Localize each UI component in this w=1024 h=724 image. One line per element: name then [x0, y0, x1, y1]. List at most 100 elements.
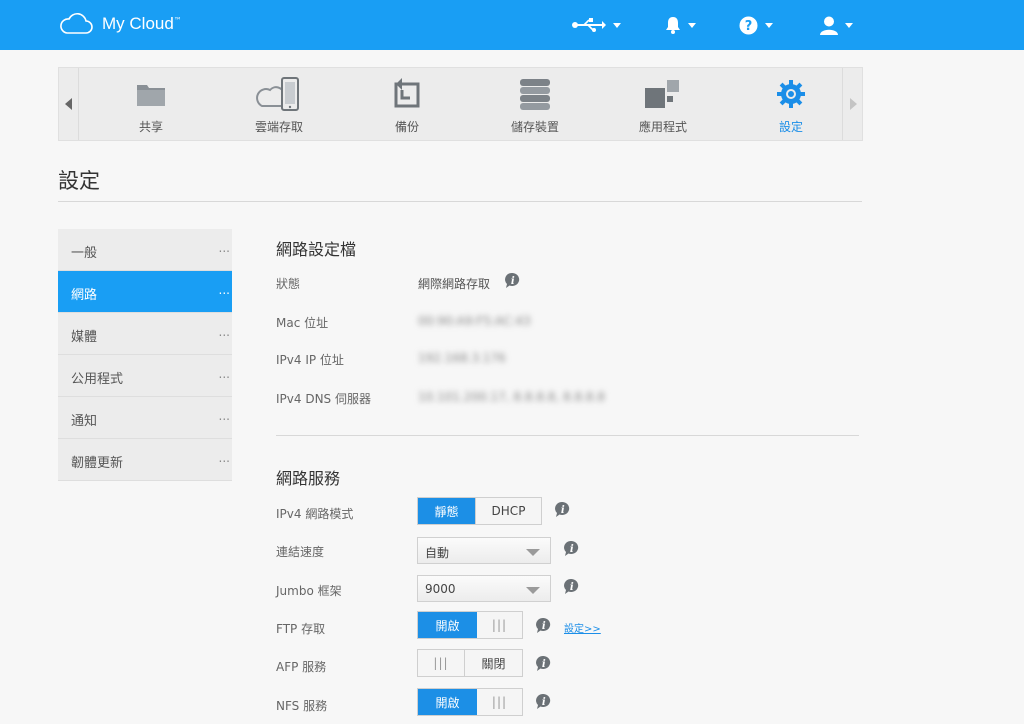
link-speed-value: 自動 — [425, 546, 450, 560]
nav-item-label: 設定 — [778, 120, 803, 134]
sidebar-item-label: 一般 — [71, 246, 98, 261]
ipv4-dns-label: IPv4 DNS 伺服器 — [276, 392, 371, 406]
nav-item-label: 共享 — [138, 120, 163, 134]
sidebar-item-label: 通知 — [71, 414, 98, 429]
nav-item-apps[interactable]: 應用程式 — [599, 68, 727, 140]
chevron-down-icon — [526, 587, 540, 594]
ipv4-mode-static-option[interactable]: 靜態 — [418, 498, 475, 524]
ftp-access-toggle[interactable]: 開啟 ||| — [417, 611, 523, 639]
status-value: 網際網路存取 — [418, 277, 491, 291]
chevron-down-icon — [765, 22, 773, 28]
info-icon[interactable]: i — [535, 617, 552, 634]
jumbo-frame-value: 9000 — [425, 582, 456, 596]
cloud-logo-icon — [60, 13, 93, 34]
network-profile-title: 網路設定檔 — [276, 240, 357, 259]
sidebar-item-label: 公用程式 — [71, 372, 124, 387]
sidebar-item-more: ... — [218, 367, 230, 381]
toggle-grip: ||| — [491, 695, 508, 709]
afp-toggle-off-state: 關閉 — [464, 650, 522, 676]
app-title: My Cloud — [102, 14, 174, 33]
logo[interactable]: My Cloud ™ — [58, 12, 182, 36]
bell-icon — [666, 17, 680, 34]
nav-item-backup[interactable]: 備份 — [343, 68, 471, 140]
sidebar-item-label: 媒體 — [71, 330, 98, 345]
chevron-down-icon — [526, 549, 540, 556]
main-nav: 共享 雲端存取 備份 儲存裝置 應用程式 設定 — [58, 67, 863, 141]
svg-text:i: i — [511, 276, 515, 287]
ftp-access-label: FTP 存取 — [276, 622, 326, 636]
nfs-toggle-on-state: 開啟 — [418, 689, 477, 715]
apps-icon — [645, 80, 679, 108]
info-icon[interactable]: i — [563, 540, 580, 557]
ipv4-dns-value: 10.101.200.17, 8.8.8.8, 8.8.8.8 — [418, 390, 606, 404]
nav-item-label: 儲存裝置 — [510, 120, 559, 134]
storage-icon — [520, 79, 550, 110]
sidebar-item-media[interactable]: 媒體 ... — [58, 313, 232, 355]
sidebar-item-more: ... — [218, 451, 230, 465]
nav-item-settings[interactable]: 設定 — [727, 68, 855, 140]
backup-icon — [394, 78, 420, 108]
chevron-down-icon — [688, 22, 696, 28]
user-icon — [820, 16, 838, 35]
svg-text:i: i — [542, 659, 546, 670]
notifications-button[interactable] — [665, 14, 696, 36]
nav-item-cloud-access[interactable]: 雲端存取 — [215, 68, 343, 140]
sidebar-item-more: ... — [218, 409, 230, 423]
info-icon[interactable]: i — [535, 655, 552, 672]
nfs-service-label: NFS 服務 — [276, 699, 328, 713]
svg-text:i: i — [570, 582, 574, 593]
network-services-title: 網路服務 — [276, 469, 341, 488]
afp-service-toggle[interactable]: ||| 關閉 — [417, 649, 523, 677]
mac-address-label: Mac 位址 — [276, 316, 329, 330]
svg-text:i: i — [542, 697, 546, 708]
svg-text:i: i — [570, 544, 574, 555]
info-icon[interactable]: i — [563, 578, 580, 595]
mac-address-value: 00:90:A9:F5:AC:43 — [418, 314, 531, 328]
afp-service-label: AFP 服務 — [276, 660, 327, 674]
toggle-grip: ||| — [433, 656, 449, 670]
link-speed-label: 連結速度 — [276, 545, 325, 559]
nav-item-label: 雲端存取 — [254, 120, 303, 134]
folder-icon — [137, 85, 165, 106]
help-button[interactable]: ? — [739, 14, 773, 36]
ipv4-mode-dhcp-option[interactable]: DHCP — [475, 498, 541, 524]
usb-icon — [572, 18, 606, 32]
nav-item-share[interactable]: 共享 — [87, 68, 215, 140]
nfs-service-toggle[interactable]: 開啟 ||| — [417, 688, 523, 716]
info-icon[interactable]: i — [504, 272, 521, 289]
ipv4-address-value: 192.168.3.176 — [418, 351, 506, 365]
sidebar-item-notifications[interactable]: 通知 ... — [58, 397, 232, 439]
divider — [276, 435, 859, 436]
ipv4-address-label: IPv4 IP 位址 — [276, 353, 344, 367]
info-icon[interactable]: i — [554, 501, 571, 518]
ipv4-mode-toggle: 靜態 DHCP — [417, 497, 542, 525]
nav-next-button[interactable] — [842, 68, 862, 140]
sidebar-item-firmware-update[interactable]: 韌體更新 ... — [58, 439, 232, 481]
status-label: 狀態 — [276, 277, 301, 291]
sidebar-item-general[interactable]: 一般 ... — [58, 229, 232, 271]
chevron-left-icon — [64, 98, 72, 110]
svg-text:?: ? — [745, 19, 753, 34]
sidebar-item-label: 網路 — [71, 288, 98, 303]
sidebar-item-utilities[interactable]: 公用程式 ... — [58, 355, 232, 397]
chevron-down-icon — [845, 22, 853, 28]
ftp-settings-link[interactable]: 設定>> — [564, 620, 601, 635]
nav-item-storage[interactable]: 儲存裝置 — [471, 68, 599, 140]
nav-prev-button[interactable] — [59, 68, 79, 140]
chevron-down-icon — [613, 22, 621, 28]
link-speed-select[interactable]: 自動 — [417, 537, 551, 564]
jumbo-frame-label: Jumbo 框架 — [276, 584, 342, 598]
user-menu-button[interactable] — [820, 14, 853, 36]
ipv4-mode-label: IPv4 網路模式 — [276, 507, 354, 521]
cloud-phone-icon — [256, 77, 299, 111]
sidebar-item-more: ... — [218, 241, 230, 255]
jumbo-frame-select[interactable]: 9000 — [417, 575, 551, 602]
ftp-toggle-on-state: 開啟 — [418, 612, 477, 638]
sidebar-item-more: ... — [218, 283, 230, 297]
svg-text:i: i — [542, 621, 546, 632]
top-bar: My Cloud ™ ? — [0, 0, 1024, 50]
info-icon[interactable]: i — [535, 693, 552, 710]
usb-menu-button[interactable] — [572, 14, 621, 36]
sidebar-item-network[interactable]: 網路 ... — [58, 271, 232, 313]
nav-item-label: 備份 — [394, 120, 419, 134]
